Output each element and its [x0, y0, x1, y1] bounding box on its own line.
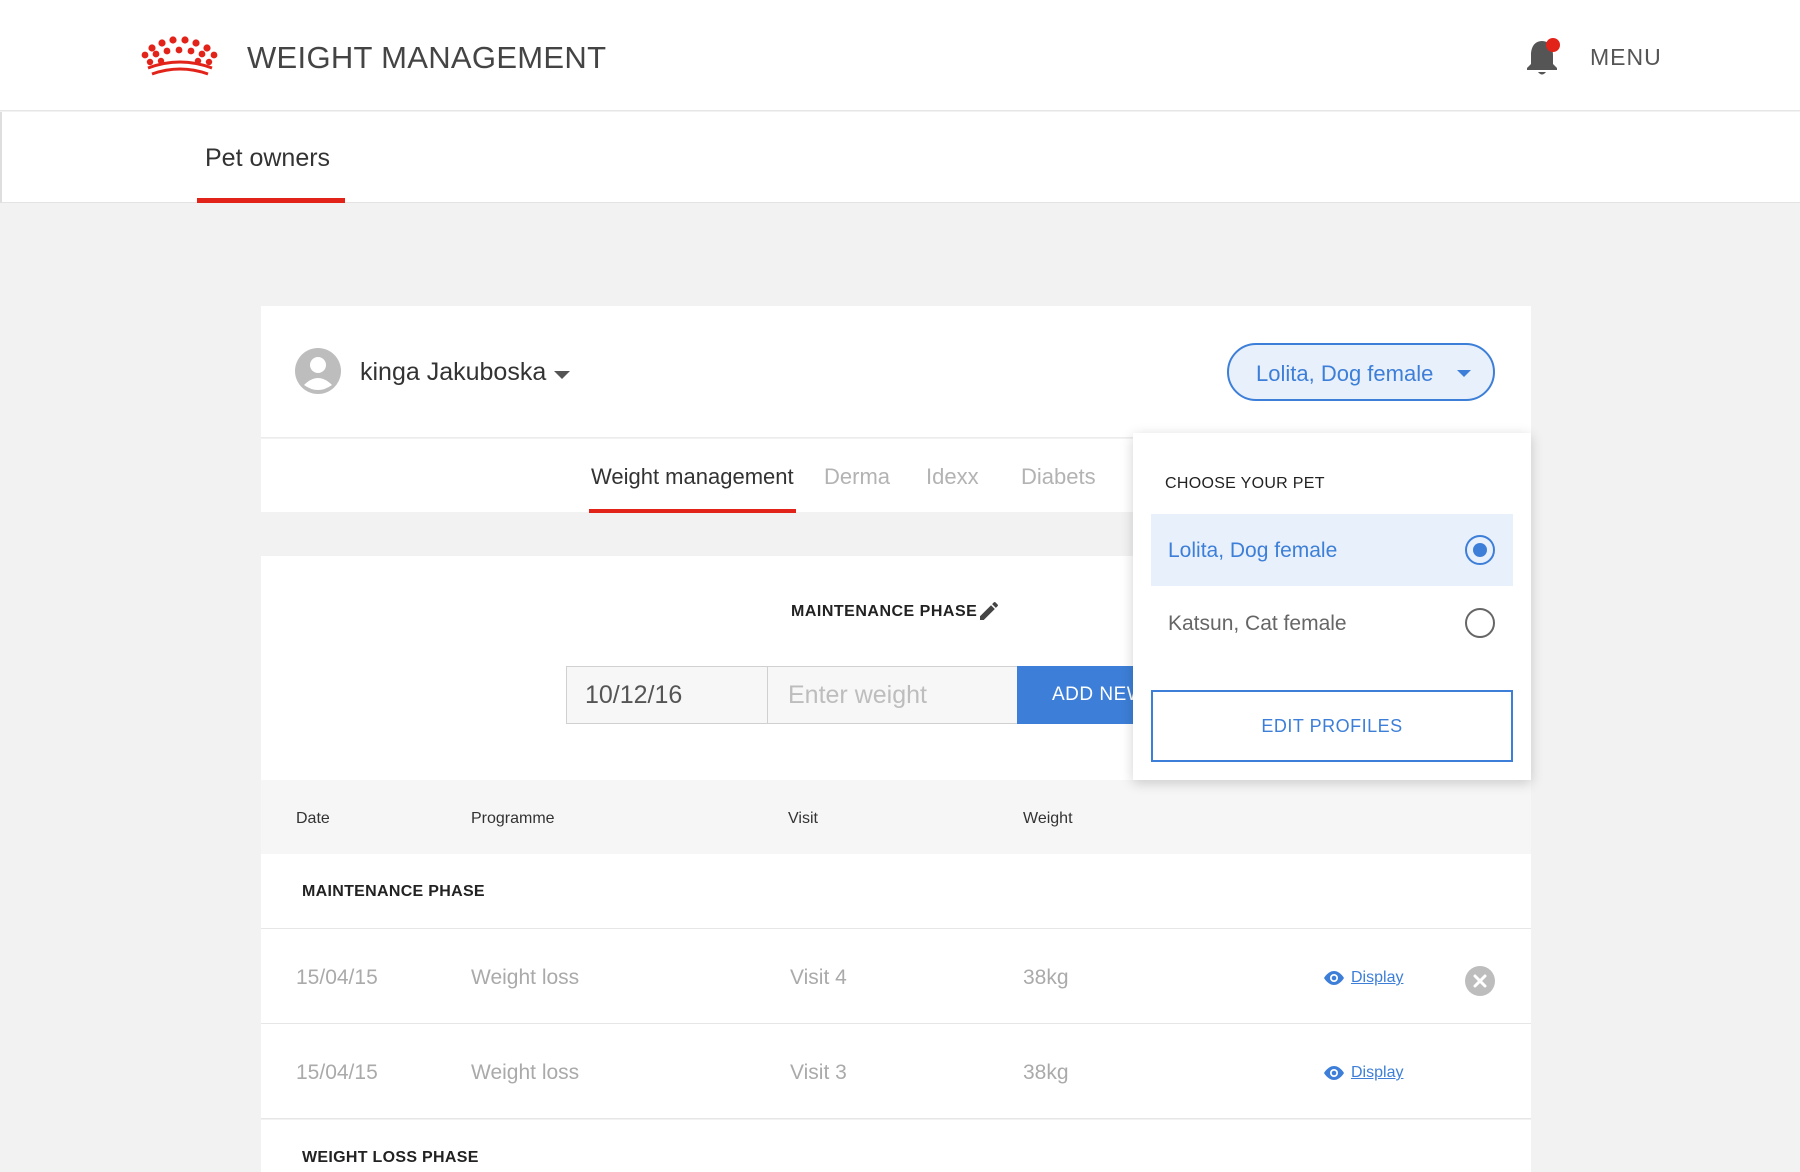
- close-icon[interactable]: [1465, 966, 1495, 996]
- radio-unselected-icon[interactable]: [1465, 608, 1495, 638]
- tab-pet-owners-label: Pet owners: [205, 144, 331, 172]
- owner-header: kinga Jakuboska Lolita, Dog female: [261, 306, 1531, 438]
- chevron-down-icon: [1457, 370, 1471, 377]
- tab-diabets[interactable]: Diabets: [1021, 464, 1096, 490]
- row-weight: 38kg: [1023, 1061, 1069, 1084]
- tab-pet-owners[interactable]: Pet owners: [197, 112, 345, 203]
- bell-icon[interactable]: [1522, 36, 1562, 78]
- secondary-nav: Pet owners: [0, 112, 1800, 203]
- row-programme: Weight loss: [471, 1061, 580, 1084]
- phase-title: MAINTENANCE PHASE: [791, 603, 978, 620]
- pet-option-katsun[interactable]: Katsun, Cat female: [1151, 587, 1513, 659]
- display-link-label: Display: [1351, 969, 1404, 986]
- row-weight: 38kg: [1023, 966, 1069, 989]
- row-visit: Visit 3: [790, 1061, 847, 1084]
- edit-profiles-button[interactable]: EDIT PROFILES: [1151, 690, 1513, 762]
- tab-weight-management[interactable]: Weight management: [591, 464, 794, 490]
- tab-idexx[interactable]: Idexx: [926, 464, 979, 490]
- group-title: MAINTENANCE PHASE: [302, 883, 485, 900]
- row-date: 15/04/15: [296, 966, 378, 989]
- pet-selector[interactable]: Lolita, Dog female: [1227, 343, 1495, 401]
- table-row: 15/04/15 Weight loss Visit 3 38kg Displa…: [261, 1024, 1531, 1119]
- app-title: WEIGHT MANAGEMENT: [247, 40, 607, 75]
- group-header: WEIGHT LOSS PHASE: [261, 1120, 1531, 1172]
- column-visit: Visit: [788, 810, 818, 827]
- table-row: 15/04/15 Weight loss Visit 4 38kg Displa…: [261, 929, 1531, 1024]
- group-title: WEIGHT LOSS PHASE: [302, 1149, 479, 1166]
- crown-logo-icon[interactable]: [140, 34, 220, 80]
- pet-option-label: Katsun, Cat female: [1168, 612, 1347, 635]
- pet-option-label: Lolita, Dog female: [1168, 539, 1338, 562]
- active-tab-indicator: [589, 509, 796, 513]
- eye-icon: [1324, 971, 1344, 985]
- active-tab-indicator: [197, 198, 345, 203]
- radio-selected-icon[interactable]: [1465, 535, 1495, 565]
- pencil-icon[interactable]: [977, 599, 1001, 623]
- top-header: WEIGHT MANAGEMENT MENU: [0, 0, 1800, 111]
- row-visit: Visit 4: [790, 966, 847, 989]
- owner-name[interactable]: kinga Jakuboska: [360, 358, 546, 387]
- table-header: Date Programme Visit Weight: [261, 780, 1531, 854]
- avatar-icon: [295, 348, 341, 394]
- column-programme: Programme: [471, 810, 555, 827]
- chevron-down-icon[interactable]: [554, 371, 570, 379]
- eye-icon: [1324, 1066, 1344, 1080]
- pet-option-lolita[interactable]: Lolita, Dog female: [1151, 514, 1513, 586]
- pet-selector-label: Lolita, Dog female: [1256, 361, 1434, 386]
- menu-button[interactable]: MENU: [1590, 44, 1662, 71]
- row-date: 15/04/15: [296, 1061, 378, 1084]
- group-header: MAINTENANCE PHASE: [261, 854, 1531, 929]
- column-date: Date: [296, 810, 330, 827]
- row-programme: Weight loss: [471, 966, 580, 989]
- date-field[interactable]: [566, 666, 768, 724]
- display-link-label: Display: [1351, 1064, 1404, 1081]
- column-weight: Weight: [1023, 810, 1073, 827]
- dropdown-title: CHOOSE YOUR PET: [1165, 475, 1325, 492]
- pet-dropdown: CHOOSE YOUR PET Lolita, Dog female Katsu…: [1133, 433, 1531, 780]
- weight-field[interactable]: [767, 666, 1018, 724]
- tab-derma[interactable]: Derma: [824, 464, 890, 490]
